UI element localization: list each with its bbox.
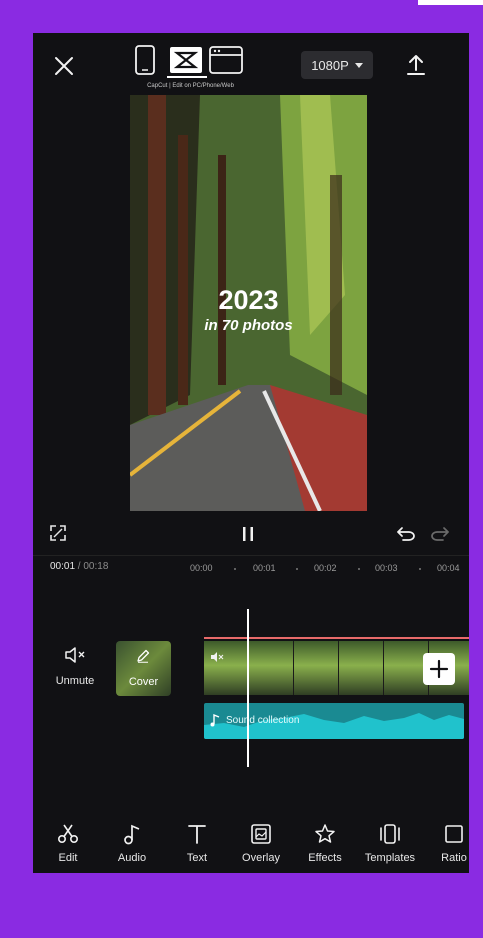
clip-top-border xyxy=(204,637,469,639)
text-icon xyxy=(188,825,206,844)
redo-icon[interactable] xyxy=(431,525,449,541)
toolbar-templates[interactable]: Templates xyxy=(359,823,421,869)
audio-track[interactable]: Sound collection xyxy=(204,703,464,739)
toolbar-audio-label: Audio xyxy=(117,852,147,864)
ruler-mark: 00:02 xyxy=(314,563,337,573)
fullscreen-icon[interactable] xyxy=(50,525,66,541)
close-icon[interactable] xyxy=(53,55,75,77)
browser-window-icon[interactable] xyxy=(209,46,243,74)
toolbar-text-label: Text xyxy=(186,852,208,864)
corner-strip xyxy=(418,0,483,5)
toolbar-edit[interactable]: Edit xyxy=(37,823,99,869)
music-note-icon xyxy=(210,714,220,727)
headline-subtitle: in 70 photos xyxy=(204,317,293,334)
add-clip-button[interactable] xyxy=(423,653,455,685)
clip-frame xyxy=(339,641,383,695)
clip-frame xyxy=(384,641,428,695)
toolbar-edit-label: Edit xyxy=(58,852,78,864)
ruler-dot xyxy=(234,568,236,570)
speaker-muted-icon[interactable] xyxy=(65,647,87,663)
clip-frame xyxy=(294,641,338,695)
toolbar-text[interactable]: Text xyxy=(166,823,228,869)
toolbar-overlay-label: Overlay xyxy=(242,852,280,864)
ruler-mark: 00:04 xyxy=(437,563,460,573)
plus-icon xyxy=(429,659,449,679)
video-preview[interactable]: 2023 in 70 photos xyxy=(130,95,367,511)
current-time: 00:01 xyxy=(50,561,76,572)
clip-frame xyxy=(204,641,248,695)
clip-muted-icon xyxy=(211,652,224,662)
ruler-dot xyxy=(358,568,360,570)
toolbar-audio[interactable]: Audio xyxy=(101,823,163,869)
overlay-icon xyxy=(251,824,271,844)
toolbar-ratio[interactable]: Ratio xyxy=(423,823,469,869)
capcut-logo-icon[interactable] xyxy=(169,46,203,74)
headline-year: 2023 xyxy=(218,285,279,315)
ruler-mark: 00:03 xyxy=(375,563,398,573)
cover-button[interactable]: Cover xyxy=(116,641,171,696)
effects-icon xyxy=(315,824,335,843)
music-note-icon xyxy=(124,824,140,845)
undo-icon[interactable] xyxy=(397,525,415,541)
templates-icon xyxy=(380,824,400,844)
ratio-icon xyxy=(445,825,463,843)
cover-label: Cover xyxy=(128,676,159,688)
device-caption: CapCut | Edit on PC/Phone/Web xyxy=(147,83,234,89)
toolbar-overlay[interactable]: Overlay xyxy=(230,823,292,869)
toolbar-templates-label: Templates xyxy=(364,852,416,864)
resolution-button[interactable]: 1080P xyxy=(301,51,373,79)
ruler-dot xyxy=(296,568,298,570)
pause-icon[interactable] xyxy=(240,525,256,543)
export-upload-icon[interactable] xyxy=(405,53,427,77)
playhead[interactable] xyxy=(247,609,249,767)
caret-down-icon xyxy=(354,62,363,68)
ruler-mark: 00:00 xyxy=(190,563,213,573)
toolbar-effects-label: Effects xyxy=(308,852,342,864)
preview-divider xyxy=(33,555,469,556)
total-time: 00:18 xyxy=(83,561,109,572)
unmute-label[interactable]: Unmute xyxy=(45,675,105,687)
toolbar-ratio-label: Ratio xyxy=(441,852,467,864)
ruler-dot xyxy=(419,568,421,570)
audio-track-label: Sound collection xyxy=(226,715,300,726)
scissors-icon xyxy=(57,824,79,844)
resolution-label: 1080P xyxy=(311,57,349,73)
toolbar-effects[interactable]: Effects xyxy=(294,823,356,869)
capcut-editor: CapCut | Edit on PC/Phone/Web 1080P 2023… xyxy=(33,33,469,873)
device-selected-underline xyxy=(167,76,207,78)
clip-frame xyxy=(249,641,293,695)
device-switcher: CapCut | Edit on PC/Phone/Web xyxy=(133,43,248,93)
phone-icon[interactable] xyxy=(135,45,155,75)
pencil-icon xyxy=(137,649,150,663)
timecode: 00:01 / 00:18 xyxy=(50,561,108,572)
ruler-mark: 00:01 xyxy=(253,563,276,573)
